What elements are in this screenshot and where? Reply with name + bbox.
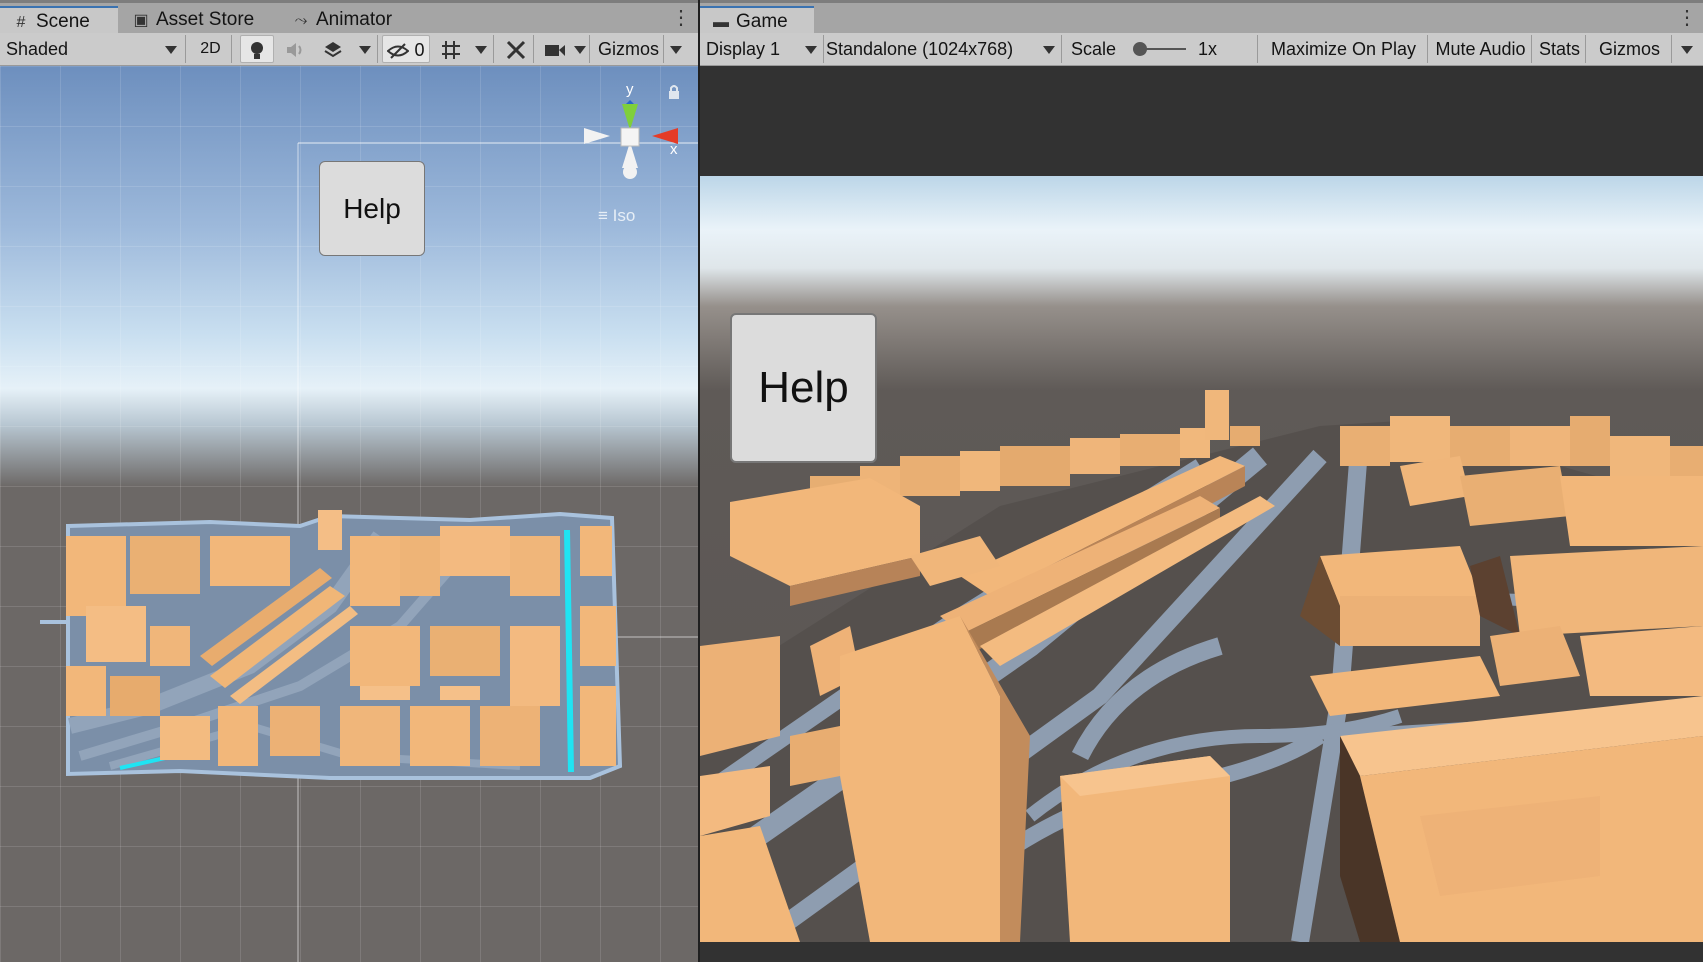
- scene-gizmos-button[interactable]: Gizmos: [594, 35, 664, 63]
- game-letterbox-top: [700, 66, 1703, 176]
- audio-toggle-button[interactable]: [278, 35, 312, 63]
- chevron-down-icon: [670, 46, 682, 55]
- grid-toggle-button[interactable]: [434, 35, 468, 63]
- tab-animator[interactable]: ⤳ Animator: [280, 6, 410, 36]
- game-help-button[interactable]: Help: [730, 313, 877, 463]
- layers-icon: [324, 42, 342, 58]
- lightbulb-icon: [251, 42, 263, 60]
- mute-audio-button[interactable]: Mute Audio: [1430, 35, 1532, 63]
- scene-tab-menu-icon[interactable]: ⋮: [671, 7, 691, 31]
- camera-button[interactable]: [538, 35, 572, 63]
- speaker-icon: [287, 43, 302, 58]
- game-tab-menu-icon[interactable]: ⋮: [1677, 7, 1697, 31]
- lighting-toggle-button[interactable]: [240, 35, 274, 63]
- game-toolbar: Display 1 Standalone (1024x768) Scale 1x…: [700, 33, 1703, 66]
- scene-gizmos-dropdown[interactable]: [664, 35, 688, 63]
- grid-snap-icon: [442, 41, 460, 60]
- city-model[interactable]: [40, 510, 623, 780]
- scale-slider[interactable]: [1132, 35, 1192, 63]
- scene-toolbar: Shaded 2D 0 Gizmos: [0, 33, 698, 66]
- effects-toggle-button[interactable]: [316, 35, 350, 63]
- tab-scene[interactable]: # Scene: [0, 6, 118, 36]
- chevron-down-icon: [1043, 46, 1055, 54]
- hidden-eye-icon: [386, 43, 410, 59]
- tools-icon: [506, 41, 525, 60]
- chevron-down-icon: [573, 46, 586, 55]
- menu-lines-icon: ≡: [598, 206, 608, 225]
- gizmo-y-label: y: [626, 81, 634, 98]
- game-gizmos-dropdown[interactable]: [1674, 35, 1700, 63]
- lock-icon[interactable]: [667, 84, 681, 100]
- chevron-down-icon: [805, 46, 817, 54]
- game-letterbox-bottom: [700, 942, 1703, 962]
- resolution-dropdown[interactable]: Standalone (1024x768): [826, 35, 1062, 63]
- scale-label: Scale: [1071, 39, 1117, 59]
- chevron-down-icon: [165, 46, 177, 54]
- game-gizmos-button[interactable]: Gizmos: [1588, 35, 1672, 63]
- scene-tabbar: # Scene ▣ Asset Store ⤳ Animator ⋮: [0, 0, 698, 36]
- tab-game[interactable]: ▬ Game: [700, 6, 814, 36]
- scene-panel: # Scene ▣ Asset Store ⤳ Animator ⋮ Shaded 2…: [0, 0, 698, 962]
- draw-mode-dropdown[interactable]: Shaded: [6, 35, 186, 63]
- maximize-on-play-button[interactable]: Maximize On Play: [1260, 35, 1428, 63]
- city-render: [700, 390, 1703, 942]
- game-panel: ▬ Game ⋮ Display 1 Standalone (1024x768) …: [700, 0, 1703, 962]
- scale-value: 1x: [1196, 35, 1258, 63]
- tools-toggle-button[interactable]: [498, 35, 534, 63]
- chevron-down-icon: [1681, 46, 1693, 55]
- toggle-2d-button[interactable]: 2D: [190, 35, 232, 63]
- shopping-bag-icon: ▣: [133, 12, 149, 29]
- projection-toggle[interactable]: ≡ Iso: [598, 206, 635, 226]
- slider-track: [1133, 42, 1186, 56]
- animator-icon: ⤳: [294, 12, 308, 29]
- scene-help-button[interactable]: Help: [319, 161, 425, 256]
- grid-dropdown[interactable]: [468, 35, 494, 63]
- display-dropdown[interactable]: Display 1: [706, 35, 824, 63]
- effects-dropdown[interactable]: [352, 35, 378, 63]
- stats-button[interactable]: Stats: [1534, 35, 1586, 63]
- orientation-gizmo[interactable]: y x: [570, 80, 680, 190]
- camera-dropdown[interactable]: [570, 35, 590, 63]
- chevron-down-icon: [474, 46, 487, 55]
- scene-viewport[interactable]: y x ≡ Iso Help: [0, 66, 698, 962]
- camera-icon: [545, 45, 565, 57]
- tab-asset-store[interactable]: ▣ Asset Store: [120, 6, 270, 36]
- game-viewport[interactable]: Help: [700, 176, 1703, 942]
- chevron-down-icon: [358, 46, 371, 55]
- gizmo-x-label: x: [670, 141, 678, 158]
- left-buildings: [700, 478, 1030, 942]
- scene-visibility-button[interactable]: 0: [382, 35, 430, 63]
- game-tabbar: ▬ Game ⋮: [700, 0, 1703, 36]
